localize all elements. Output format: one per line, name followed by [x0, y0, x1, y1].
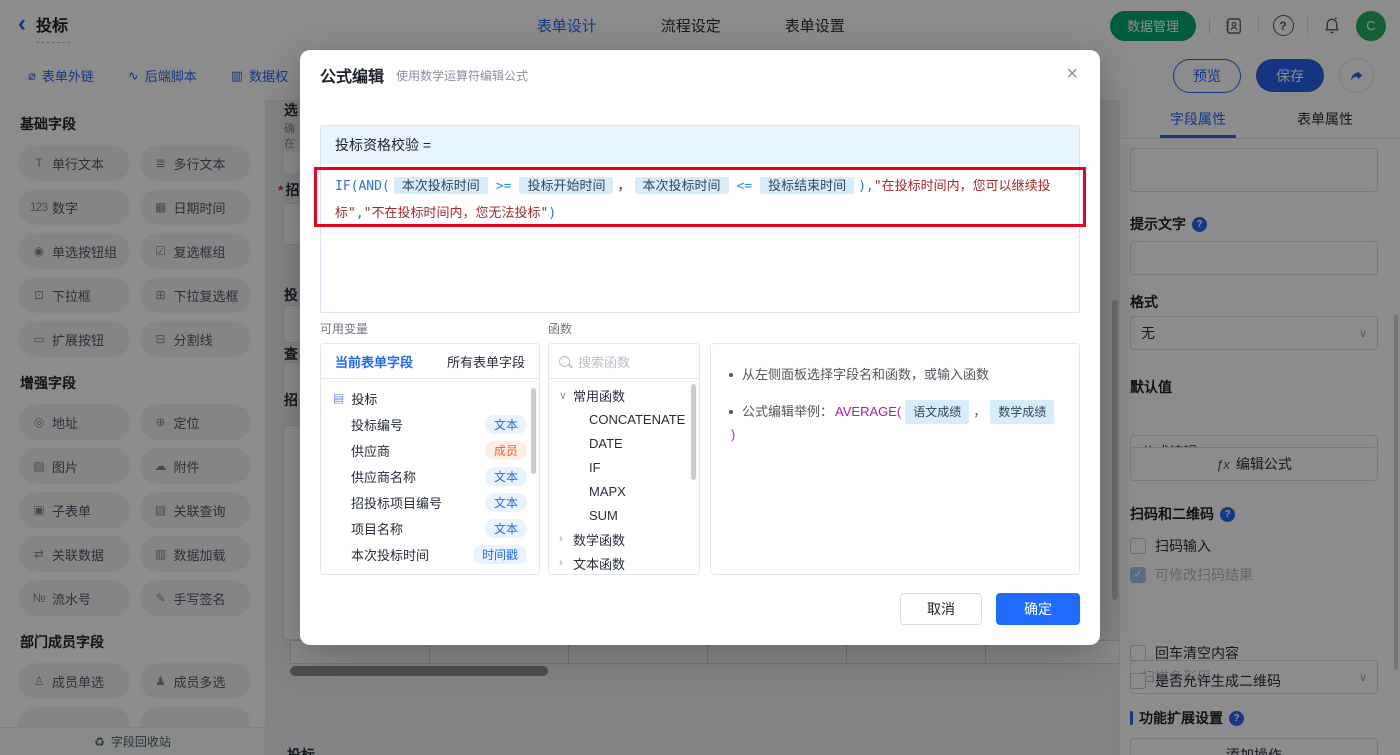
formula-token: <=	[736, 179, 753, 194]
formula-token: "不在投标时间内，您无法投标"	[363, 206, 549, 221]
function-item[interactable]: SUM	[549, 503, 699, 527]
functions-list: ∨ 常用函数 CONCATENATE DATE IF MAPX SUM › 数学…	[549, 379, 699, 574]
field-type-badge: 文本	[484, 518, 527, 538]
modal-header: 公式编辑 使用数学运算符编辑公式 ×	[300, 50, 1100, 100]
formula-target-field: 投标资格校验 =	[321, 126, 1079, 164]
caret-icon: ∨	[559, 389, 568, 402]
form-doc-icon: ▤	[333, 391, 345, 405]
field-type-badge: 时间戳	[472, 544, 527, 564]
function-item[interactable]: MAPX	[549, 479, 699, 503]
function-item[interactable]: › 数学函数	[549, 527, 699, 551]
cancel-button[interactable]: 取消	[900, 593, 982, 625]
variable-row[interactable]: 本次投标时间 时间戳	[321, 541, 539, 567]
modal-subtitle: 使用数学运算符编辑公式	[396, 68, 529, 83]
tab-all-form-fields[interactable]: 所有表单字段	[447, 352, 525, 371]
app-root: ‹ 投标 表单设计 流程设定 表单设置 数据管理 ? C ⌀ 表单外链 ∿ 后端…	[0, 0, 1400, 755]
formula-editor: 投标资格校验 = IF(AND(本次投标时间 >= 投标开始时间，本次投标时间 <= 投…	[320, 125, 1080, 313]
function-item[interactable]: › 文本函数	[549, 551, 699, 574]
formula-token: )	[548, 206, 557, 221]
variable-row[interactable]: 招投标项目编号 文本	[321, 489, 539, 515]
formula-token: 本次投标时间	[393, 177, 488, 194]
search-placeholder: 搜索函数	[578, 354, 631, 370]
variable-row[interactable]: 投标编号 文本	[321, 411, 539, 437]
tip-line-1: 从左侧面板选择字段名和函数，或输入函数	[729, 364, 1061, 386]
example-function: AVERAGE(	[835, 404, 902, 419]
search-icon	[559, 355, 570, 367]
example-field-chip: 语文成绩	[905, 400, 970, 424]
tip-line-2: 公式编辑举例： AVERAGE(语文成绩，数学成绩)	[729, 400, 1061, 446]
formula-token: IF(AND(	[335, 179, 390, 194]
field-type-badge: 文本	[484, 466, 527, 486]
variables-list: 投标编号 文本 供应商 成员 供应商名称 文本 招投标项目编号 文本 项目名称 …	[321, 411, 539, 567]
variables-scrollbar[interactable]	[531, 388, 536, 474]
field-type-badge: 成员	[484, 440, 527, 460]
tab-current-form-fields[interactable]: 当前表单字段	[335, 352, 413, 371]
variable-row[interactable]: 供应商名称 文本	[321, 463, 539, 489]
tips-panel: 从左侧面板选择字段名和函数，或输入函数 公式编辑举例： AVERAGE(语文成绩，…	[710, 343, 1080, 575]
confirm-button[interactable]: 确定	[996, 593, 1080, 625]
variables-tabs: 当前表单字段 所有表单字段	[321, 344, 539, 379]
variable-row[interactable]: 供应商 成员	[321, 437, 539, 463]
formula-token: ,	[355, 206, 364, 221]
functions-scrollbar[interactable]	[691, 384, 696, 480]
modal-title: 公式编辑	[320, 69, 385, 86]
formula-token: 投标结束时间	[760, 177, 855, 194]
caret-icon: ›	[559, 533, 563, 545]
formula-token: 本次投标时间	[634, 177, 729, 194]
function-item[interactable]: CONCATENATE	[549, 407, 699, 431]
function-search-input[interactable]: 搜索函数	[549, 344, 699, 379]
close-icon[interactable]: ×	[1066, 64, 1078, 84]
formula-token: >=	[495, 179, 512, 194]
function-item[interactable]: ∨ 常用函数	[549, 383, 699, 407]
variable-row[interactable]: 项目名称 文本	[321, 515, 539, 541]
formula-token: 投标开始时间	[519, 177, 614, 194]
variables-panel: 当前表单字段 所有表单字段 ▤ 投标 投标编号 文本 供应商 成员 供应商名称 …	[320, 343, 540, 575]
formula-edit-modal: 公式编辑 使用数学运算符编辑公式 × 投标资格校验 = IF(AND(本次投标时…	[300, 50, 1100, 645]
caret-icon: ›	[559, 557, 563, 569]
formula-token: ，	[617, 179, 631, 194]
example-field-chip: 数学成绩	[990, 400, 1055, 424]
formula-token: ),	[858, 179, 874, 194]
field-type-badge: 文本	[484, 414, 527, 434]
variables-tree-root[interactable]: ▤ 投标	[321, 385, 539, 411]
variables-label: 可用变量	[320, 322, 369, 336]
function-item[interactable]: IF	[549, 455, 699, 479]
functions-label: 函数	[548, 322, 573, 336]
field-type-badge: 文本	[484, 492, 527, 512]
functions-panel: 搜索函数 ∨ 常用函数 CONCATENATE DATE IF MAPX SUM…	[548, 343, 700, 575]
formula-input[interactable]: IF(AND(本次投标时间 >= 投标开始时间，本次投标时间 <= 投标结束时间),"在…	[321, 164, 1079, 312]
function-item[interactable]: DATE	[549, 431, 699, 455]
